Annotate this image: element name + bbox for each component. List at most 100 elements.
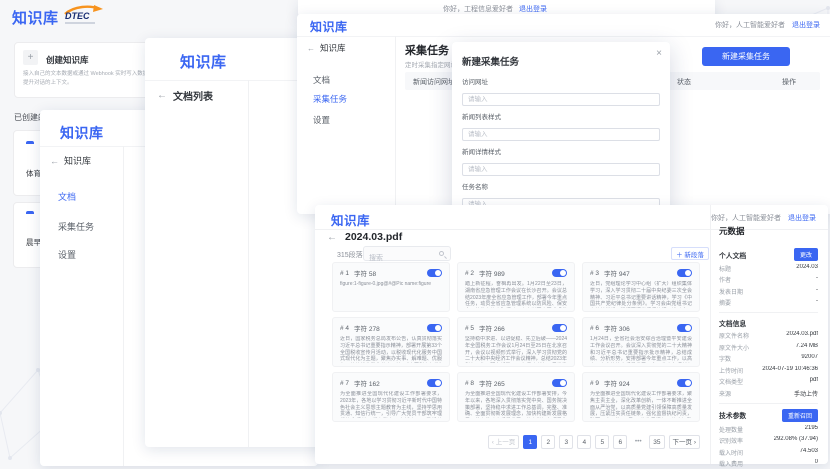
detail-style-field[interactable]: [462, 163, 660, 176]
header-user-area: 你好，人工智能爱好者 退出登录: [715, 20, 820, 30]
col-status: 状态: [677, 77, 691, 87]
segment-card[interactable]: # 4字符 278 近日，国家税务总局发布公告，认真贯彻落实习近平总书记重要指示…: [332, 317, 450, 367]
pagination-next[interactable]: 下一页 ›: [669, 435, 700, 449]
segment-number: # 3: [590, 270, 599, 277]
segment-toggle-switch[interactable]: [427, 324, 442, 332]
sidebar-item-settings[interactable]: 设置: [58, 248, 76, 261]
meta-row: 发表日期-: [719, 287, 818, 296]
segment-toggle-switch[interactable]: [677, 269, 692, 277]
segment-text: 为全面推进全国现代化建设工作部署要求，2023年，各地以学习贯彻习近平新时代中国…: [340, 391, 442, 418]
pagination-page[interactable]: 5: [595, 435, 609, 449]
meta-divider: [719, 312, 818, 313]
segment-toggle-switch[interactable]: [552, 269, 567, 277]
screen: 知识库 DTEC + 创建知识库 接入自己的文本数据或通过 Webhook 实时…: [0, 0, 830, 469]
segment-card[interactable]: # 6字符 306 1月24日，全省社会治安综合治理暨平安建设工作会议召开。会议…: [582, 317, 700, 367]
back-row[interactable]: ← 文档列表: [157, 88, 213, 103]
segment-chars: 字符 306: [604, 323, 630, 333]
header-divider: [297, 36, 830, 37]
segment-text: figure:1-figure-0.jpg@#@Pic name:figure: [340, 281, 442, 308]
strip-logout-link[interactable]: 退出登录: [519, 4, 547, 14]
meta-row: 字数92007: [719, 354, 818, 363]
segment-number: # 7: [340, 380, 349, 387]
meta-row: 原文件名称2024.03.pdf: [719, 331, 818, 340]
pagination-page[interactable]: 35: [649, 435, 664, 449]
meta-row: 来源手动上传: [719, 389, 818, 398]
back-arrow-icon[interactable]: ←: [307, 44, 315, 53]
segment-card[interactable]: # 8字符 265 为全面推进全国现代化建设工作部署安排，今年以来，各地深入贯彻…: [457, 372, 575, 422]
segment-card[interactable]: # 1字符 58 figure:1-figure-0.jpg@#@Pic nam…: [332, 262, 450, 312]
user-greeting: 你好，人工智能爱好者: [715, 20, 785, 30]
pagination: ‹ 上一页 1 2 3 4 5 6 ••• 35 下一页 ›: [332, 435, 700, 449]
sidebar-item-tasks[interactable]: 采集任务: [313, 93, 347, 105]
sidebar-item-docs[interactable]: 文档: [58, 190, 76, 203]
segment-toggle-switch[interactable]: [427, 269, 442, 277]
url-field[interactable]: [462, 93, 660, 106]
field-label-detail-style: 新闻详情样式: [462, 146, 660, 156]
back-label: 知识库: [320, 42, 346, 54]
back-arrow-icon[interactable]: ←: [327, 232, 337, 243]
segment-text: 踏上新征程，奋楫再出发。1月22日至23日，湖南省应急管理工作会议在长沙召开。会…: [465, 281, 567, 308]
back-row[interactable]: ← 知识库: [50, 154, 91, 167]
document-window: 知识库 你好，人工智能爱好者 退出登录 ← 2024.03.pdf 315段落 …: [315, 205, 828, 464]
plus-icon: +: [23, 50, 38, 65]
segment-number: # 1: [340, 270, 349, 277]
segment-text: 坚持稳中求进、以进促稳、先立后破——2024年全国税务工作会议1月24日至25日…: [465, 336, 567, 363]
pagination-page[interactable]: 2: [541, 435, 555, 449]
back-row[interactable]: ← 知识库: [307, 42, 346, 54]
pagination-page[interactable]: 4: [577, 435, 591, 449]
segment-count: 315段落: [337, 250, 363, 260]
info-section-title: 文档信息: [719, 318, 746, 328]
segment-card[interactable]: # 7 字符 162 为全面推进全国现代化建设工作部署要求，2023年，各地以学习…: [332, 372, 450, 422]
sidebar-item-settings[interactable]: 设置: [313, 114, 330, 126]
segment-card[interactable]: # 5 字符 266 坚持稳中求进、以进促稳、先立后破——2024年全国税务工作会…: [457, 317, 575, 367]
segment-card[interactable]: # 9 字符 924 为全面推进全国现代化建设工作部署要求，聚焦主责主业，深化改革…: [582, 372, 700, 422]
segment-number: # 5: [465, 325, 474, 332]
kb-card-label: 体育: [26, 168, 41, 179]
meta-row: 文档类型pdf: [719, 377, 818, 386]
sidebar-item-docs[interactable]: 文档: [313, 74, 330, 86]
back-arrow-icon[interactable]: ←: [50, 156, 59, 166]
page-title: 文档列表: [173, 88, 213, 103]
sidebar-divider: [395, 36, 396, 214]
segment-chars: 字符 924: [604, 378, 630, 388]
pagination-page[interactable]: 6: [613, 435, 627, 449]
segment-card[interactable]: # 2字符 989 踏上新征程，奋楫再出发。1月22日至23日，湖南省应急管理工…: [457, 262, 575, 312]
edit-meta-button[interactable]: 更改: [794, 248, 818, 261]
meta-row: 载入时间74.503: [719, 448, 818, 457]
segment-toggle-switch[interactable]: [427, 379, 442, 387]
create-kb-desc: 接入自己的文本数据或通过 Webhook 实时写入数据，提升对话的上下文。: [23, 70, 155, 90]
segment-number: # 8: [465, 380, 474, 387]
col-actions: 操作: [782, 77, 796, 87]
pagination-page[interactable]: 3: [559, 435, 573, 449]
segment-toggle-switch[interactable]: [677, 324, 692, 332]
segment-chars: 字符 266: [479, 323, 505, 333]
segment-toggle-switch[interactable]: [552, 379, 567, 387]
sidebar-item-tasks[interactable]: 采集任务: [58, 220, 94, 233]
add-segment-button[interactable]: ＋ 新段落: [671, 247, 709, 260]
bg-app-title: 知识库: [12, 7, 59, 28]
strip-greeting: 你好，工程信息爱好者: [443, 4, 513, 14]
meta-row: 标题2024.03: [719, 264, 818, 273]
segment-number: # 2: [465, 270, 474, 277]
field-label-task-name: 任务名称: [462, 181, 660, 191]
doc-title: 2024.03.pdf: [345, 231, 402, 243]
back-arrow-icon[interactable]: ←: [157, 90, 167, 101]
logout-link[interactable]: 退出登录: [792, 20, 820, 30]
recall-button[interactable]: 重新召回: [782, 409, 818, 422]
segment-text: 为全面推进全国现代化建设工作部署要求，聚焦主责主业，深化改革创新，一体不断推进全…: [590, 391, 692, 418]
field-label-url: 访问网址: [462, 76, 660, 86]
segment-toggle-switch[interactable]: [552, 324, 567, 332]
segment-card[interactable]: # 3字符 947 近日，党组理论学习中心组（扩大）组织集体学习，深入学习贯彻二…: [582, 262, 700, 312]
list-style-field[interactable]: [462, 128, 660, 141]
segment-toggle-switch[interactable]: [677, 379, 692, 387]
back-label: 知识库: [64, 154, 91, 167]
segment-number: # 9: [590, 380, 599, 387]
segment-chars: 字符 162: [354, 378, 380, 388]
new-task-button[interactable]: 新建采集任务: [702, 47, 790, 66]
pagination-prev[interactable]: ‹ 上一页: [488, 435, 519, 449]
app-title: 知识库: [180, 51, 227, 72]
close-icon[interactable]: ×: [656, 48, 662, 59]
pagination-page[interactable]: 1: [523, 435, 537, 449]
modal-title: 新建采集任务: [462, 54, 660, 68]
segment-chars: 字符 265: [479, 378, 505, 388]
